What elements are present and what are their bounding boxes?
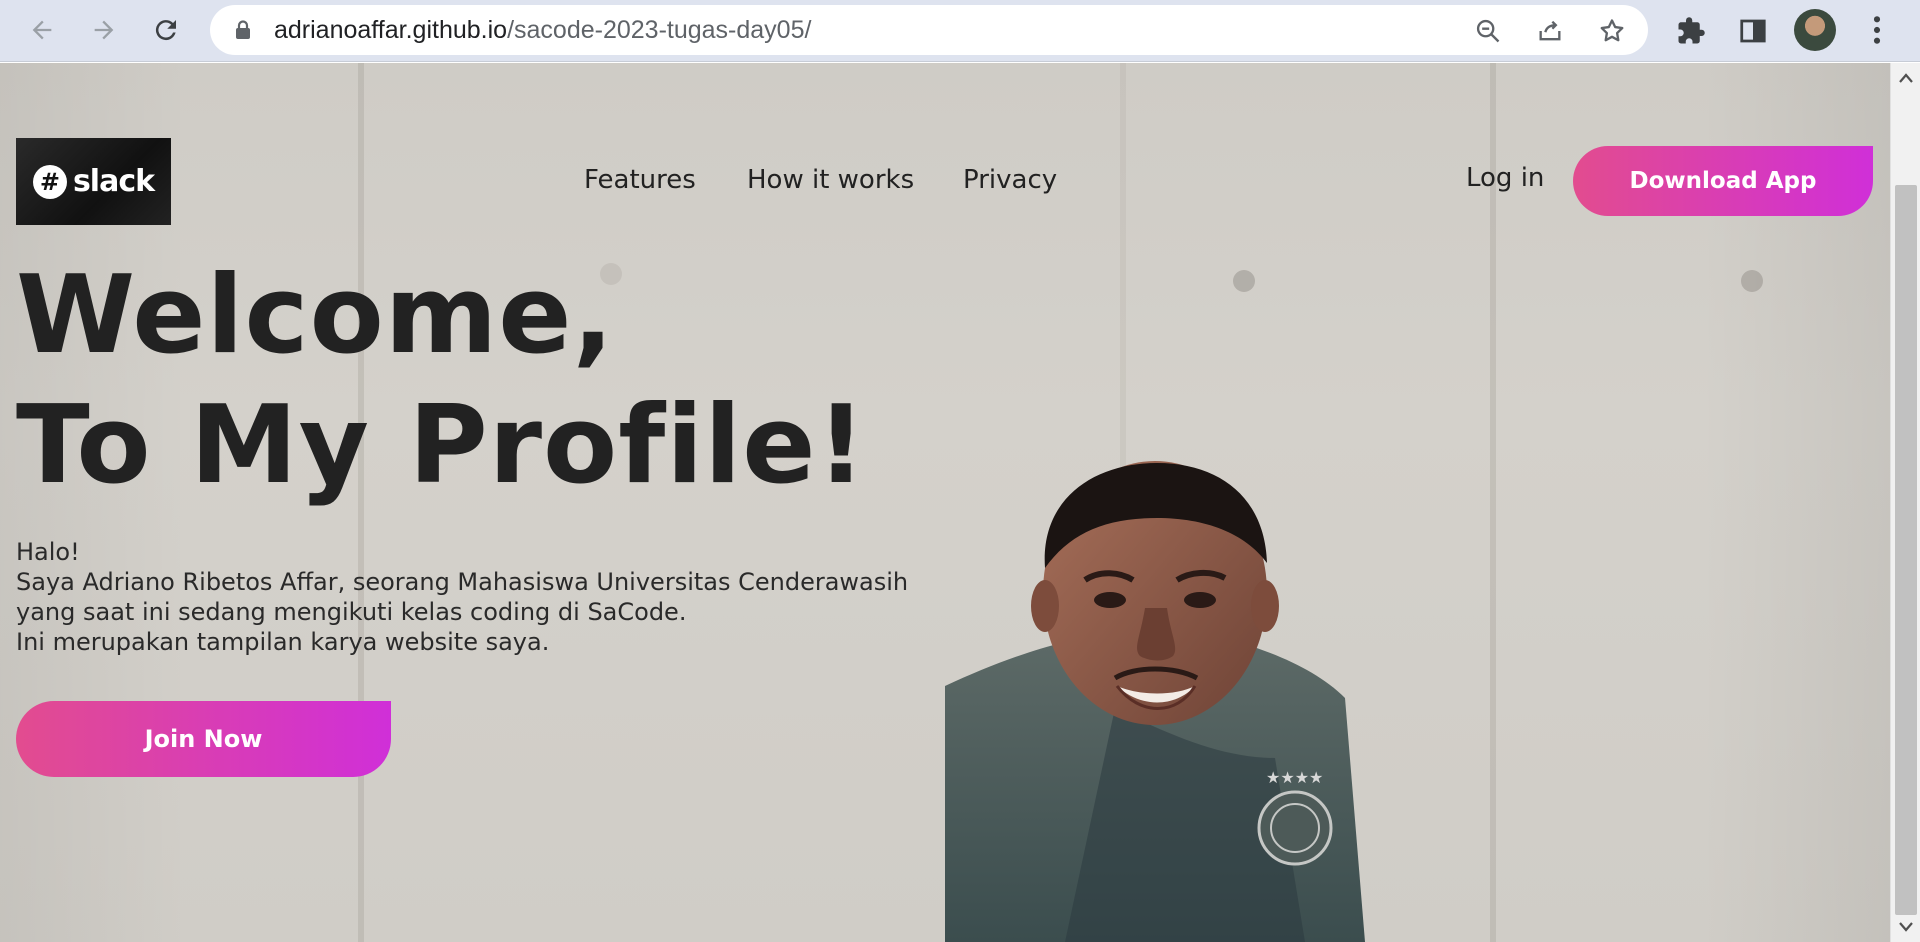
scroll-down-arrow-icon[interactable] <box>1899 922 1913 932</box>
background-hole <box>1741 270 1763 292</box>
share-icon[interactable] <box>1536 17 1564 45</box>
nav-link-how-it-works[interactable]: How it works <box>747 165 914 195</box>
nav-link-features[interactable]: Features <box>584 165 696 195</box>
side-panel-icon[interactable] <box>1738 16 1768 46</box>
forward-button[interactable] <box>82 8 126 52</box>
intro-line-2: Saya Adriano Ribetos Affar, seorang Maha… <box>16 568 909 596</box>
scrollbar-thumb[interactable] <box>1895 185 1917 915</box>
site-logo[interactable]: # slack <box>16 138 171 225</box>
back-button[interactable] <box>20 8 64 52</box>
scroll-up-arrow-icon[interactable] <box>1899 73 1913 83</box>
menu-kebab-icon[interactable] <box>1864 14 1890 46</box>
profile-portrait-image: ★★★★ <box>945 461 1365 942</box>
url-host: adrianoaffar.github.io <box>274 16 508 44</box>
intro-line-4: Ini merupakan tampilan karya website say… <box>16 628 550 656</box>
login-link[interactable]: Log in <box>1466 163 1544 193</box>
logo-text: slack <box>72 164 155 199</box>
page-scrollbar[interactable] <box>1890 63 1920 942</box>
slack-hash-icon: # <box>32 164 67 199</box>
headline-line-2: To My Profile! <box>16 383 867 508</box>
headline-line-1: Welcome, <box>16 253 615 378</box>
background-texture-line <box>1490 63 1496 942</box>
download-app-button[interactable]: Download App <box>1573 146 1873 216</box>
svg-text:★★★★: ★★★★ <box>1266 768 1323 787</box>
lock-icon <box>236 20 250 39</box>
browser-toolbar: adrianoaffar.github.io/sacode-2023-tugas… <box>0 0 1920 62</box>
intro-line-3: yang saat ini sedang mengikuti kelas cod… <box>16 598 687 626</box>
back-arrow-icon <box>32 20 52 40</box>
bookmark-star-icon[interactable] <box>1598 17 1626 45</box>
reload-icon <box>155 20 176 41</box>
join-now-button[interactable]: Join Now <box>16 701 391 777</box>
page-viewport: # slack Features How it works Privacy Lo… <box>0 63 1890 942</box>
background-hole <box>1233 270 1255 292</box>
extensions-puzzle-icon[interactable] <box>1676 16 1706 46</box>
address-bar[interactable]: adrianoaffar.github.io/sacode-2023-tugas… <box>210 5 1648 55</box>
forward-arrow-icon <box>94 20 114 40</box>
reload-button[interactable] <box>144 8 188 52</box>
zoom-out-icon[interactable] <box>1474 17 1502 45</box>
profile-avatar[interactable] <box>1794 9 1836 51</box>
intro-line-1: Halo! <box>16 538 80 566</box>
url-path: /sacode-2023-tugas-day05/ <box>507 16 812 44</box>
url-text: adrianoaffar.github.io/sacode-2023-tugas… <box>274 5 811 55</box>
nav-link-privacy[interactable]: Privacy <box>963 165 1057 195</box>
